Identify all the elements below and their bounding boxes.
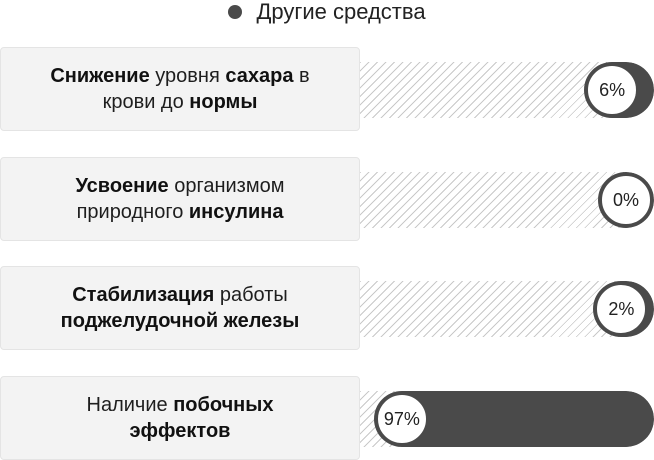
value-label: 6% (599, 79, 626, 100)
bar-track: 6% (360, 62, 654, 118)
bar-track: 2% (360, 281, 654, 337)
category-label-line: поджелудочной железы (61, 308, 300, 334)
category-label-text: в (293, 65, 310, 87)
legend: Другие средства (0, 0, 654, 24)
category-label-box: Наличие побочных эффектов (0, 376, 360, 460)
value-circle: 97% (375, 393, 428, 445)
category-label-text: Наличие (86, 394, 174, 416)
category-label-line: эффектов (130, 418, 231, 444)
category-label-box: Стабилизация работы поджелудочной железы (0, 266, 360, 350)
legend-label: Другие средства (256, 0, 426, 24)
category-label-text: инсулина (188, 201, 284, 223)
category-label-line: природного инсулина (77, 199, 284, 225)
bar-track: 0% (360, 172, 654, 228)
category-label-text: поджелудочной железы (60, 310, 300, 332)
category-label-text: побочных (173, 394, 274, 416)
category-label-text: Снижение (50, 65, 150, 87)
category-label-text: нормы (189, 91, 258, 113)
category-label-text: Стабилизация (72, 284, 215, 306)
value-circle: 6% (586, 64, 639, 116)
category-label-line: Наличие побочных (87, 392, 274, 418)
value-circle: 0% (600, 174, 652, 226)
bar-row: Снижение уровня сахара в крови до нормы … (0, 47, 654, 131)
legend-dot-icon (228, 5, 243, 19)
category-label-text: сахара (225, 65, 294, 87)
category-label-text: работы (214, 284, 288, 306)
category-label-line: крови до нормы (103, 89, 258, 115)
value-circle: 2% (595, 283, 648, 335)
bar-row: Стабилизация работы поджелудочной железы… (0, 266, 654, 350)
value-label: 97% (383, 408, 420, 429)
bar-track: 97% (360, 391, 654, 447)
value-label: 0% (612, 189, 639, 210)
category-label-text: Усвоение (75, 175, 169, 197)
category-label-text: крови до (102, 91, 190, 113)
category-label-line: Стабилизация работы (72, 282, 288, 308)
category-label-text: организмом (168, 175, 285, 197)
bar-row: Наличие побочных эффектов 97% (0, 376, 654, 460)
category-label-line: Снижение уровня сахара в (50, 63, 309, 89)
bar-row: Усвоение организмом природного инсулина … (0, 157, 654, 241)
value-label: 2% (608, 298, 635, 319)
category-label-line: Усвоение организмом (76, 173, 285, 199)
category-label-box: Снижение уровня сахара в крови до нормы (0, 47, 360, 131)
category-label-text: эффектов (129, 420, 231, 442)
category-label-text: природного (76, 201, 189, 223)
category-label-text: уровня (149, 65, 226, 87)
category-label-box: Усвоение организмом природного инсулина (0, 157, 360, 241)
